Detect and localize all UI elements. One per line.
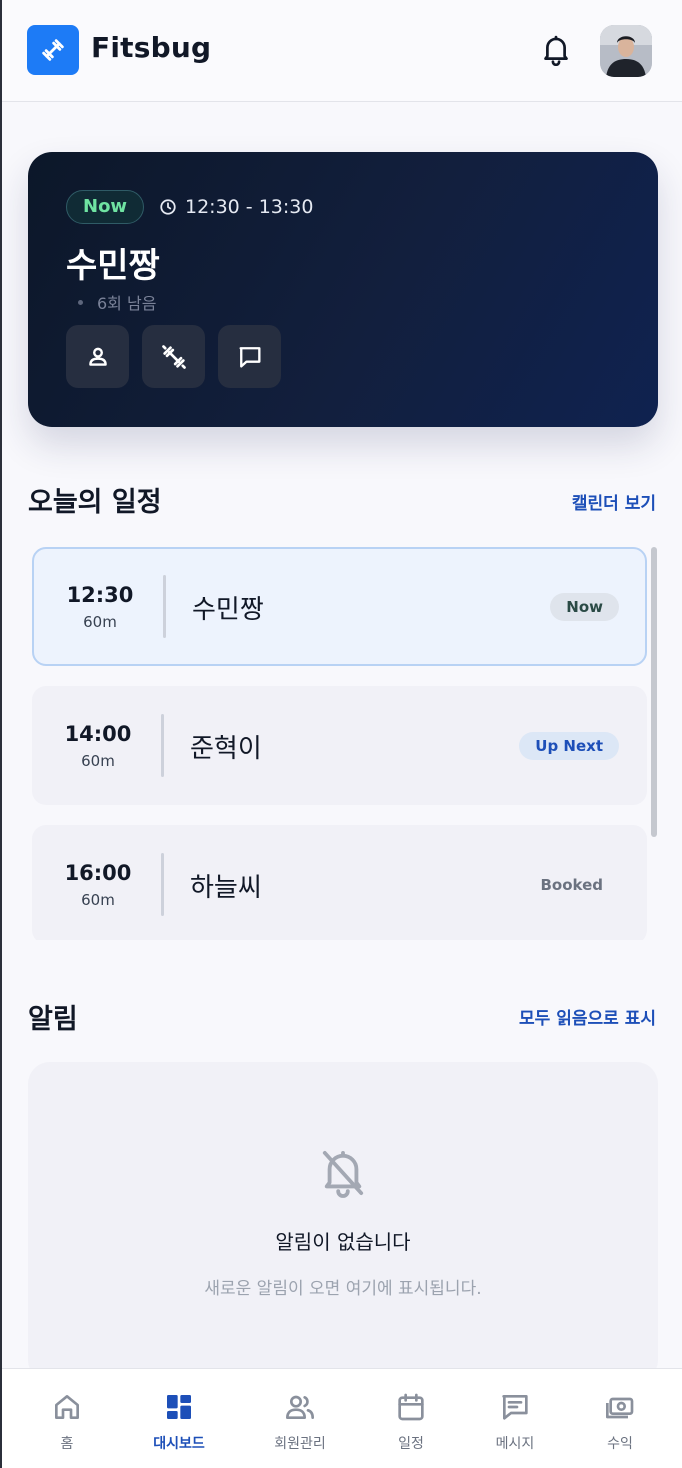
schedule-time: 12:30 [66,583,134,607]
nav-label: 수익 [607,1436,633,1452]
top-header: Fitsbug [2,0,682,102]
now-badge: Now [66,190,145,224]
schedule-title: 오늘의 일정 [28,487,162,518]
mark-all-read-link[interactable]: 모두 읽음으로 표시 [519,1004,656,1029]
user-avatar[interactable] [600,25,652,77]
schedule-time: 14:00 [64,722,132,746]
schedule-item[interactable]: 12:30 60m 수민짱 Now [32,547,647,666]
status-badge: Booked [540,876,603,894]
nav-item-dashboard[interactable]: 대시보드 [124,1391,234,1453]
status-badge: Now [550,593,619,621]
schedule-item[interactable]: 16:00 60m 하늘씨 Booked [32,825,647,940]
session-remaining: 6회 남음 [78,290,156,314]
revenue-icon [606,1397,634,1419]
schedule-duration: 60m [81,752,115,770]
schedule-member-name: 준혁이 [190,734,262,764]
schedule-divider [161,853,164,916]
nav-label: 메시지 [495,1436,535,1452]
nav-label: 홈 [60,1436,74,1452]
notifications-empty-state: 알림이 없습니다 새로운 알림이 오면 여기에 표시됩니다. [28,1062,658,1382]
status-badge: Up Next [519,732,619,760]
message-icon [502,1395,528,1420]
empty-state-subtitle: 새로운 알림이 오면 여기에 표시됩니다. [204,1279,482,1299]
schedule-divider [163,575,166,638]
calendar-view-link[interactable]: 캘린더 보기 [572,489,656,514]
dumbbell-icon [161,344,186,369]
bullet-dot [78,299,83,305]
session-actions [66,325,281,388]
session-member-name: 수민짱 [66,246,160,286]
message-member-button[interactable] [218,325,281,388]
members-icon [286,1395,314,1419]
bottom-navigation: 홈 대시보드 회원관리 일정 메시지 수익 [2,1368,682,1468]
bell-off-icon [322,1150,364,1198]
notifications-title: 알림 [28,1004,78,1035]
app-frame: Fitsbug Now 12:30 - 13:30 수민짱 6회 남음 오늘의 … [0,0,682,1468]
current-session-card[interactable]: Now 12:30 - 13:30 수민짱 6회 남음 [28,152,658,427]
schedule-item[interactable]: 14:00 60m 준혁이 Up Next [32,686,647,805]
member-profile-button[interactable] [66,325,129,388]
calendar-icon [398,1393,424,1421]
schedule-scrollbar[interactable] [651,547,657,837]
schedule-list[interactable]: 12:30 60m 수민짱 Now 14:00 60m 준혁이 Up Next … [32,547,647,940]
avatar-image [600,25,652,77]
nav-label: 일정 [398,1436,424,1452]
clock-icon [160,199,176,215]
empty-state-title: 알림이 없습니다 [275,1230,411,1254]
dashboard-icon [167,1395,191,1419]
schedule-member-name: 수민짱 [192,595,264,625]
schedule-duration: 60m [81,891,115,909]
dumbbell-logo-icon [42,39,64,61]
workout-button[interactable] [142,325,205,388]
nav-item-revenue[interactable]: 수익 [565,1391,675,1453]
session-time-range: 12:30 - 13:30 [185,196,314,218]
app-title: Fitsbug [91,31,212,64]
schedule-divider [161,714,164,777]
chat-icon [239,346,260,367]
app-logo[interactable] [27,25,79,75]
nav-item-messages[interactable]: 메시지 [460,1391,570,1453]
nav-label: 대시보드 [153,1436,205,1452]
home-icon [55,1395,79,1419]
schedule-member-name: 하늘씨 [190,873,262,903]
session-time: 12:30 - 13:30 [159,196,313,218]
user-icon [88,347,107,366]
schedule-time: 16:00 [64,861,132,885]
remaining-sessions-text: 6회 남음 [97,294,157,313]
notifications-button[interactable] [538,32,574,68]
nav-label: 회원관리 [274,1436,326,1452]
bell-icon [544,35,568,66]
schedule-duration: 60m [83,613,117,631]
nav-item-schedule[interactable]: 일정 [356,1391,466,1453]
nav-item-home[interactable]: 홈 [12,1391,122,1453]
nav-item-members[interactable]: 회원관리 [245,1391,355,1453]
